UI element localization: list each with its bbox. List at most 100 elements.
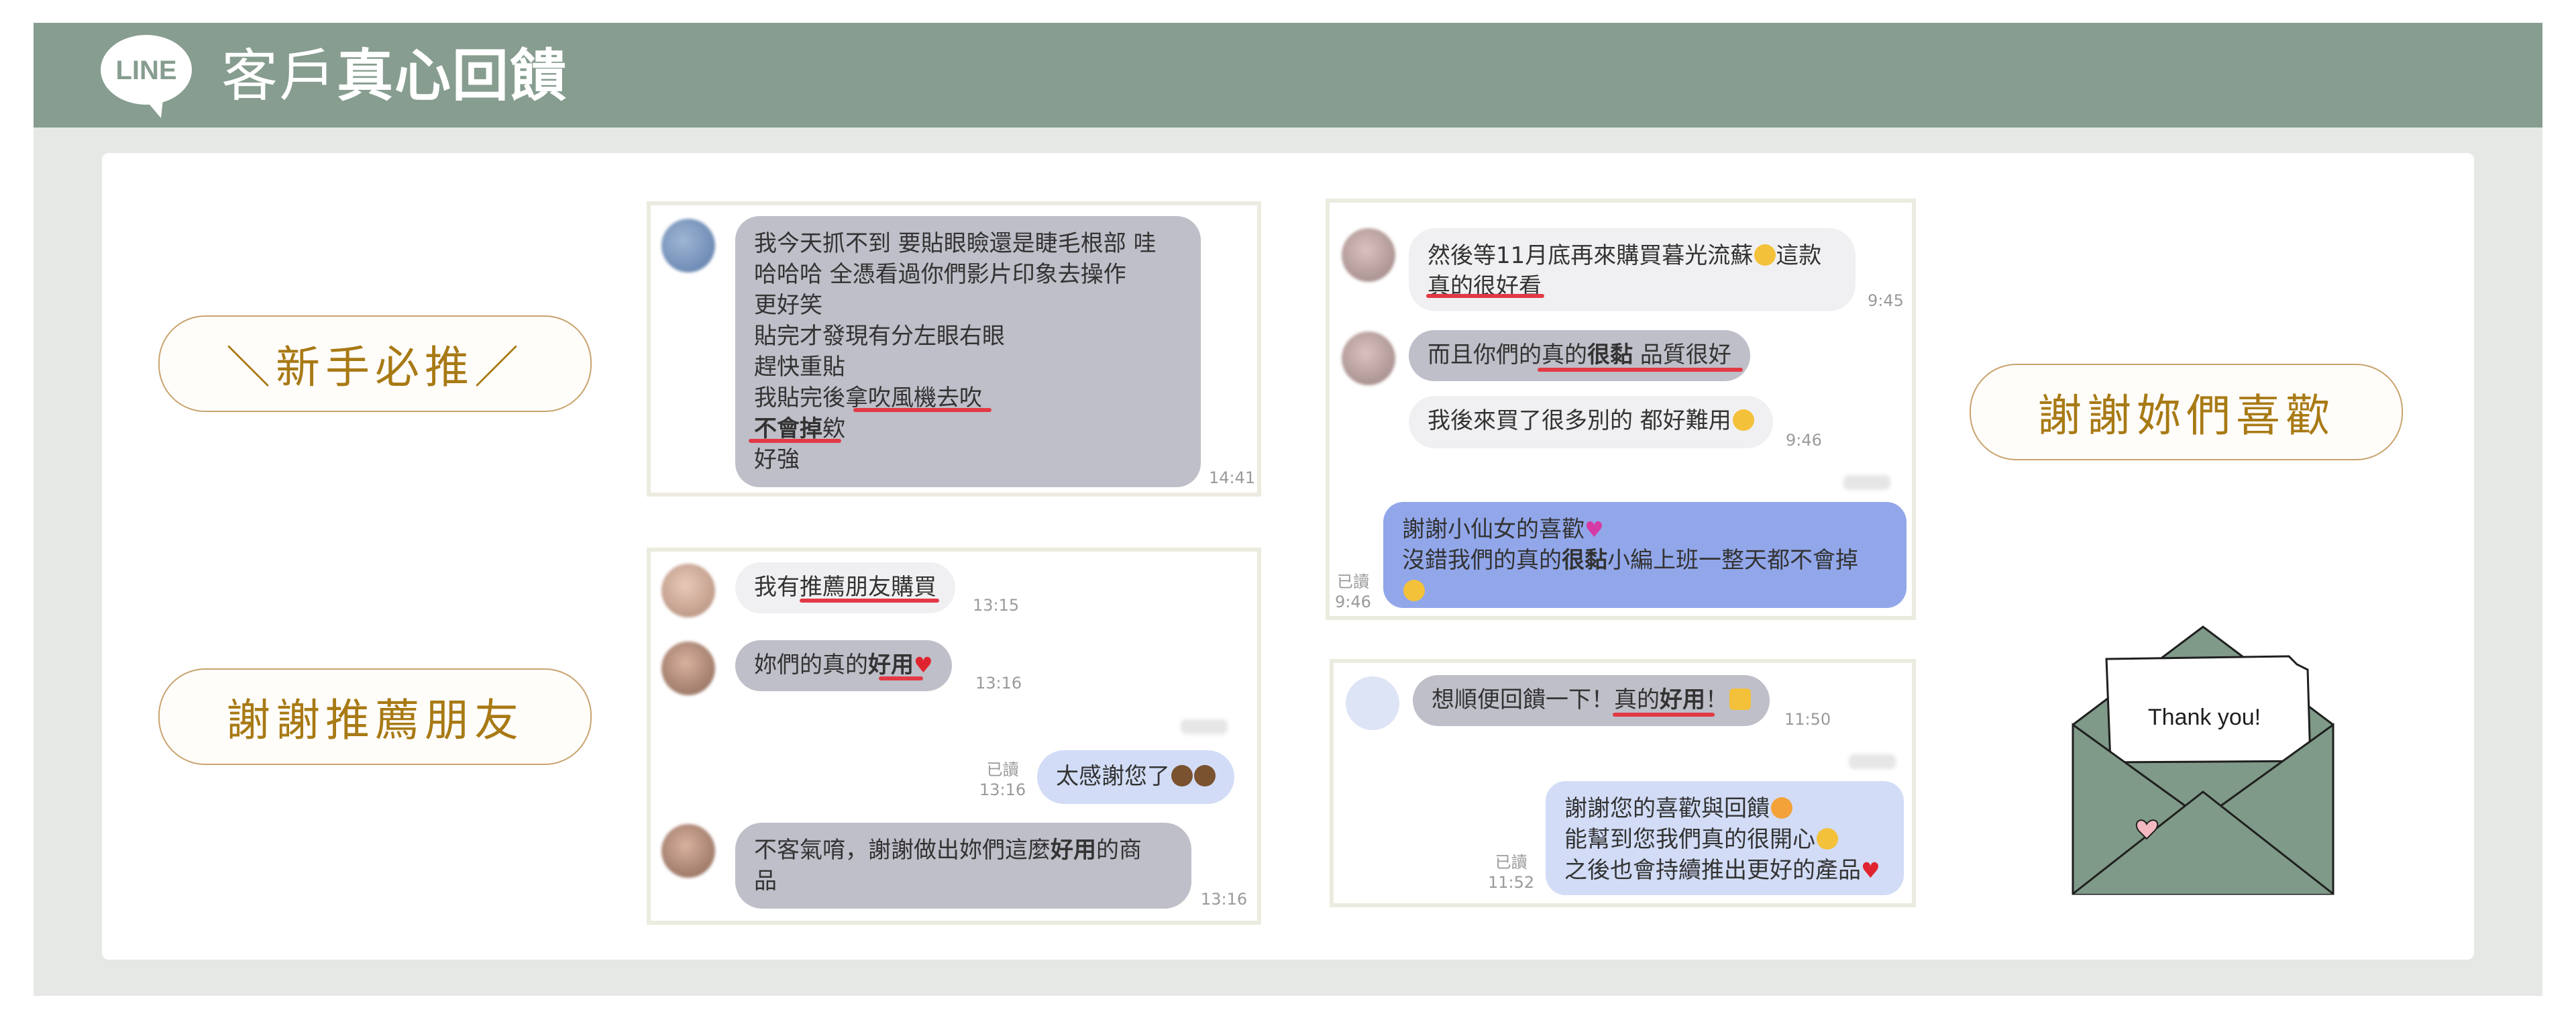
envelope-icon: Thank you! [2072,625,2334,895]
message-text: 然後等11月底再來購買暮光流蘇 [1428,242,1754,269]
chat-screenshot-1: 我今天抓不到 要貼眼瞼還是睫毛根部 哇 哈哈哈 全憑看過你們影片印象去操作 更好… [647,201,1261,497]
sticker-placeholder [1843,475,1890,490]
message-text: 謝謝您的喜歡與回饋 [1564,795,1770,822]
message-text: 我後來買了很多別的 都好難用 [1428,407,1731,434]
line-logo-text: LINE [115,56,176,85]
bear-emoji-icon [1194,765,1216,786]
message-time: 13:16 [979,780,1026,799]
red-underline [853,408,991,412]
message-line: 貼完才發現有分左眼右眼 [754,323,1005,350]
title-bold: 真心回饋 [337,43,568,109]
message-time: 13:16 [1201,890,1248,909]
message-text: 真的 [1542,342,1587,368]
message-text: 沒錯我們的真的 [1402,547,1562,574]
message-time: 13:16 [975,674,1022,693]
message-line: 謝謝小仙女的喜歡♥ [1402,514,1888,545]
message-line: 然後等11月底再來購買暮光流蘇 這款 [1428,240,1837,271]
message-text: 太感謝您了 [1056,763,1170,790]
highlight-text: 推薦朋友購買 [800,574,936,601]
thumbs-up-icon [1729,688,1751,710]
sticker-placeholder [1181,719,1228,734]
message-text: 妳們的真的 [754,652,868,678]
heart-eyes-emoji-icon [1817,828,1838,850]
message-text: 欸 [822,415,845,442]
message-text: 能幫到您我們真的很開心 [1564,826,1815,853]
avatar [661,642,715,695]
message-line: 哈哈哈 全憑看過你們影片印象去操作 [754,261,1126,288]
red-underline [1538,368,1743,372]
message-text: 的商 [1096,837,1142,864]
message-line: 不客氣唷，謝謝做出妳們這麼好用的商 [754,835,1173,866]
avatar [661,824,715,878]
thank-you-note: Thank you! [2148,705,2261,730]
message-time: 13:15 [973,596,1020,615]
bold-text: 很黏 [1562,547,1607,574]
message-text: 不客氣唷，謝謝做出妳們這麼 [754,837,1051,864]
message-line: 趕快重貼 [754,354,845,380]
message-time: 9:46 [1786,431,1822,450]
message-time: 11:52 [1488,873,1535,892]
message-line: 能幫到您我們真的很開心 [1564,824,1885,855]
read-receipt: 已讀 9:46 [1335,572,1371,612]
message-text: 這款 [1776,242,1822,269]
page-title: 客戶真心回饋 [221,39,568,113]
hearts-icon: ♥ [1585,517,1604,542]
bold-text: 好用 [1051,837,1096,864]
chat-bubble: 然後等11月底再來購買暮光流蘇 這款 真的很好看 [1409,228,1856,311]
message-time: 14:41 [1209,468,1256,487]
avatar [1342,228,1395,282]
message-line: 更好笑 [754,292,822,319]
read-label: 已讀 [1495,853,1527,872]
message-text: 想順便回饋一下！ [1432,686,1614,713]
chat-bubble: 我後來買了很多別的 都好難用 [1409,396,1773,448]
red-underline [1613,713,1715,717]
message-text: ！ [1705,686,1728,713]
pill-newbie: ＼新手必推／ [158,315,592,412]
message-text: 品質很好 [1633,342,1731,368]
message-time: 9:45 [1868,291,1904,310]
chat-bubble: 而且你們的真的很黏 品質很好 [1409,330,1750,381]
message-line: 沒錯我們的真的很黏小編上班一整天都不會掉 [1402,545,1888,576]
chat-bubble: 我今天抓不到 要貼眼瞼還是睫毛根部 哇 哈哈哈 全憑看過你們影片印象去操作 更好… [735,216,1201,487]
chat-bubble: 謝謝小仙女的喜歡♥ 沒錯我們的真的很黏小編上班一整天都不會掉 [1383,502,1907,608]
bold-text: 好用 [1660,686,1705,713]
avatar [661,219,715,272]
read-receipt: 已讀 11:52 [1488,852,1534,892]
line-logo-icon: LINE [101,35,192,118]
heart-icon: ♥ [1861,858,1880,883]
message-line: 我今天抓不到 要貼眼瞼還是睫毛根部 哇 [754,230,1157,257]
chat-bubble: 妳們的真的好用♥ [735,640,952,691]
chat-bubble: 太感謝您了 [1037,750,1234,804]
message-text: 小編上班一整天都不會掉 [1607,547,1858,574]
message-time: 11:50 [1784,710,1831,729]
title-light: 客戶 [221,43,337,109]
red-underline [1426,294,1544,298]
chat-bubble: 想順便回饋一下！真的好用！ [1413,675,1770,726]
message-line: 品 [754,868,777,895]
read-label: 已讀 [1336,572,1369,591]
avatar [1342,332,1395,385]
red-underline [749,439,841,443]
message-text: 真的 [1614,686,1660,713]
chat-screenshot-4: 想順便回饋一下！真的好用！ 11:50 已讀 11:52 謝謝您的喜歡與回饋 能幫… [1330,659,1916,907]
sticker-placeholder [1849,754,1896,769]
avatar [661,564,715,617]
message-line: 之後也會持續推出更好的產品♥ [1564,855,1885,886]
message-text: 謝謝小仙女的喜歡 [1402,516,1585,543]
chat-screenshot-2: 我有推薦朋友購買 13:15 妳們的真的好用♥ 13:16 已讀 13:16 太感… [647,548,1261,925]
party-emoji-icon [1771,797,1792,819]
red-underline [879,676,923,680]
message-line: 謝謝您的喜歡與回饋 [1564,793,1885,824]
message-line [1402,576,1888,607]
chat-screenshot-3: 然後等11月底再來購買暮光流蘇 這款 真的很好看 9:45 而且你們的真的很黏 品… [1326,199,1916,620]
blush-emoji-icon [1754,244,1776,266]
red-underline [800,599,939,603]
smile-emoji-icon [1403,580,1425,601]
chat-bubble: 不客氣唷，謝謝做出妳們這麼好用的商 品 [735,823,1191,909]
message-time: 9:46 [1335,593,1371,611]
avatar [1346,676,1399,730]
bold-text: 不會掉 [754,415,822,442]
bear-emoji-icon [1171,765,1193,786]
chat-bubble: 我有推薦朋友購買 [735,562,955,613]
sweat-emoji-icon [1732,409,1754,431]
